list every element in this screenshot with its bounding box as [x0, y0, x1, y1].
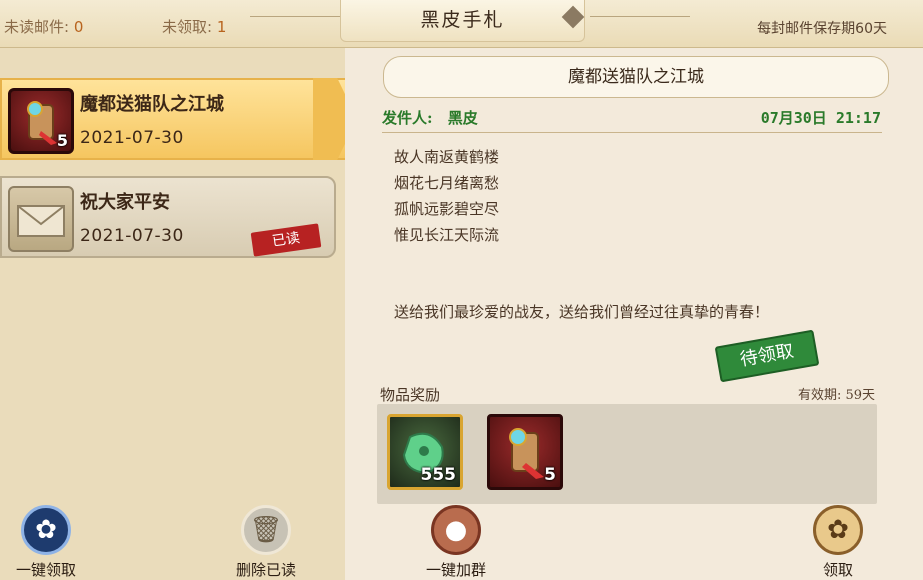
rewards-label: 物品奖励 — [380, 386, 441, 404]
claim-all-label: 一键领取 — [15, 561, 76, 579]
mail-title: 祝大家平安 — [80, 192, 170, 213]
scroll-item-icon: 5 — [8, 88, 74, 154]
join-group-button[interactable]: ● 一键加群 — [414, 505, 498, 580]
retention-notice: 每封邮件保存期60天 — [757, 21, 887, 37]
avatar-icon: ● — [431, 505, 481, 555]
bag-icon: ✿ — [21, 505, 71, 555]
title-divider-left — [250, 16, 340, 17]
envelope-graphic — [17, 205, 65, 237]
divider — [382, 132, 882, 133]
mail-title: 魔都送猫队之江城 — [80, 94, 224, 115]
scroll-item-icon[interactable]: 5 — [487, 414, 563, 490]
mail-poem: 故人南返黄鹤楼 烟花七月绪离愁 孤帆远影碧空尽 惟见长江天际流 — [394, 144, 499, 248]
claim-button[interactable]: ✿ 领取 — [806, 505, 870, 580]
envelope-icon — [8, 186, 74, 252]
mail-date: 2021-07-30 — [80, 226, 184, 246]
mail-datetime: 07月30日 21:17 — [760, 109, 881, 127]
top-bar: 未读邮件: 0 未领取: 1 黑皮手札 每封邮件保存期60天 — [0, 0, 923, 48]
claim-label: 领取 — [822, 561, 853, 579]
unclaimed-stat: 未领取: 1 — [162, 16, 226, 37]
claim-all-button[interactable]: ✿ 一键领取 — [6, 505, 86, 580]
poem-line: 故人南返黄鹤楼 — [394, 148, 500, 166]
reward-count: 555 — [420, 465, 457, 485]
rewards-panel: 555 5 — [377, 404, 877, 504]
sender-line: 发件人: 黑皮 — [382, 107, 478, 128]
unread-mail-stat: 未读邮件: 0 — [4, 16, 83, 37]
reward-count: 5 — [544, 465, 556, 485]
mail-list: 5 魔都送猫队之江城 2021-07-30 祝大家平安 2021-07-30 已… — [0, 48, 358, 580]
mail-item-read[interactable]: 祝大家平安 2021-07-30 已读 — [0, 176, 336, 258]
bag-icon: ✿ — [813, 505, 863, 555]
poem-line: 惟见长江天际流 — [394, 226, 500, 244]
item-count: 5 — [56, 131, 68, 150]
join-group-label: 一键加群 — [425, 561, 486, 579]
unclaimed-count: 1 — [216, 18, 227, 36]
sender-name: 黑皮 — [447, 109, 478, 127]
poem-line: 烟花七月绪离愁 — [394, 174, 500, 192]
title-divider-right — [590, 16, 690, 17]
unread-count: 0 — [73, 18, 84, 36]
page-title: 黑皮手札 — [340, 0, 585, 42]
mail-detail: 魔都送猫队之江城 发件人: 黑皮 07月30日 21:17 故人南返黄鹤楼 烟花… — [345, 48, 923, 580]
mail-item-selected[interactable]: 5 魔都送猫队之江城 2021-07-30 — [0, 78, 358, 160]
unread-label: 未读邮件: — [4, 18, 70, 36]
sender-label: 发件人: — [382, 109, 433, 127]
delete-read-label: 删除已读 — [235, 561, 296, 579]
validity-label: 有效期: 59天 — [797, 388, 875, 403]
pending-stamp: 待领取 — [714, 329, 820, 383]
read-stamp: 已读 — [250, 223, 322, 257]
poem-line: 孤帆远影碧空尽 — [394, 200, 500, 218]
mail-message: 送给我们最珍爱的战友，送给我们曾经过往真挚的青春！ — [394, 303, 770, 321]
trash-icon: 🗑 — [241, 505, 291, 555]
delete-read-button[interactable]: 🗑 删除已读 — [224, 505, 308, 580]
mail-date: 2021-07-30 — [80, 128, 184, 148]
jade-item-icon[interactable]: 555 — [387, 414, 463, 490]
mail-detail-title: 魔都送猫队之江城 — [383, 56, 889, 98]
unclaimed-label: 未领取: — [162, 18, 213, 36]
